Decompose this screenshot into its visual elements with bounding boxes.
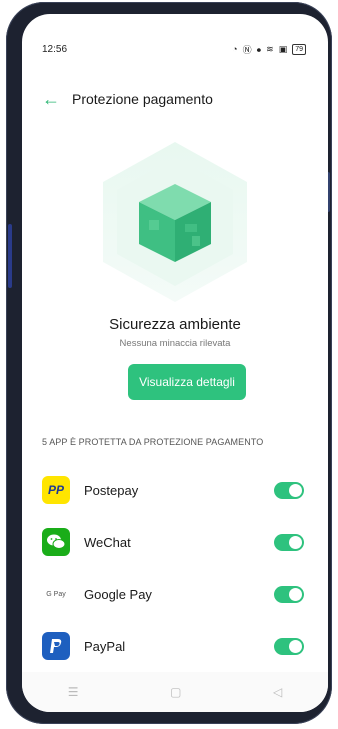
wechat-icon	[42, 528, 70, 556]
paypal-toggle[interactable]	[274, 637, 304, 655]
list-item[interactable]: PayPal	[22, 620, 328, 672]
title-bar: ← Protezione pagamento	[42, 90, 308, 108]
status-bar: 12:56 ◔ Ⓝ ⦁ ≋ ▣ 79	[42, 42, 306, 56]
status-subtitle: Nessuna minaccia rilevata	[119, 338, 231, 349]
battery-icon: 79	[292, 43, 306, 55]
sim-icon: ▣	[278, 43, 288, 54]
google-pay-toggle[interactable]	[274, 585, 304, 603]
section-header: 5 APP È PROTETTA DA PROTEZIONE PAGAMENTO	[42, 437, 264, 447]
view-details-button[interactable]: Visualizza dettagli	[128, 364, 246, 400]
navigation-bar: ☰ ▢ ◁	[22, 672, 328, 712]
status-icons: ◔ Ⓝ ⦁ ≋ ▣ 79	[232, 43, 306, 56]
app-name: Google Pay	[84, 586, 152, 602]
cube-shield-icon	[103, 142, 247, 302]
screen: 12:56 ◔ Ⓝ ⦁ ≋ ▣ 79 ← Protezione pagament…	[22, 14, 328, 712]
google-pay-icon: G Pay	[42, 580, 70, 608]
wechat-toggle[interactable]	[274, 533, 304, 551]
phone-frame: 12:56 ◔ Ⓝ ⦁ ≋ ▣ 79 ← Protezione pagament…	[6, 2, 332, 724]
wifi-icon: ≋	[266, 43, 274, 54]
list-item[interactable]: WeChat	[22, 516, 328, 568]
list-item[interactable]: PP Postepay	[22, 464, 328, 516]
app-name: WeChat	[84, 534, 131, 550]
security-illustration	[22, 136, 328, 306]
paypal-icon	[42, 632, 70, 660]
back-arrow-icon[interactable]: ←	[42, 90, 60, 108]
status-time: 12:56	[42, 43, 68, 55]
postepay-toggle[interactable]	[274, 481, 304, 499]
app-name: Postepay	[84, 482, 139, 498]
alarm-icon: ◔	[232, 44, 238, 54]
volume-button	[8, 224, 12, 288]
menu-icon[interactable]: ☰	[68, 685, 79, 699]
status-title: Sicurezza ambiente	[109, 316, 241, 333]
page-title: Protezione pagamento	[72, 91, 213, 107]
home-icon[interactable]: ▢	[170, 685, 181, 699]
list-item[interactable]: G Pay Google Pay	[22, 568, 328, 620]
back-icon[interactable]: ◁	[273, 685, 282, 699]
vibrate-icon: ⦁	[256, 43, 262, 54]
protected-app-list: PP Postepay WeChat G Pay Google Pay PayP…	[22, 464, 328, 690]
app-name: PayPal	[84, 638, 126, 654]
nfc-icon: Ⓝ	[242, 44, 252, 55]
postepay-icon: PP	[42, 476, 70, 504]
